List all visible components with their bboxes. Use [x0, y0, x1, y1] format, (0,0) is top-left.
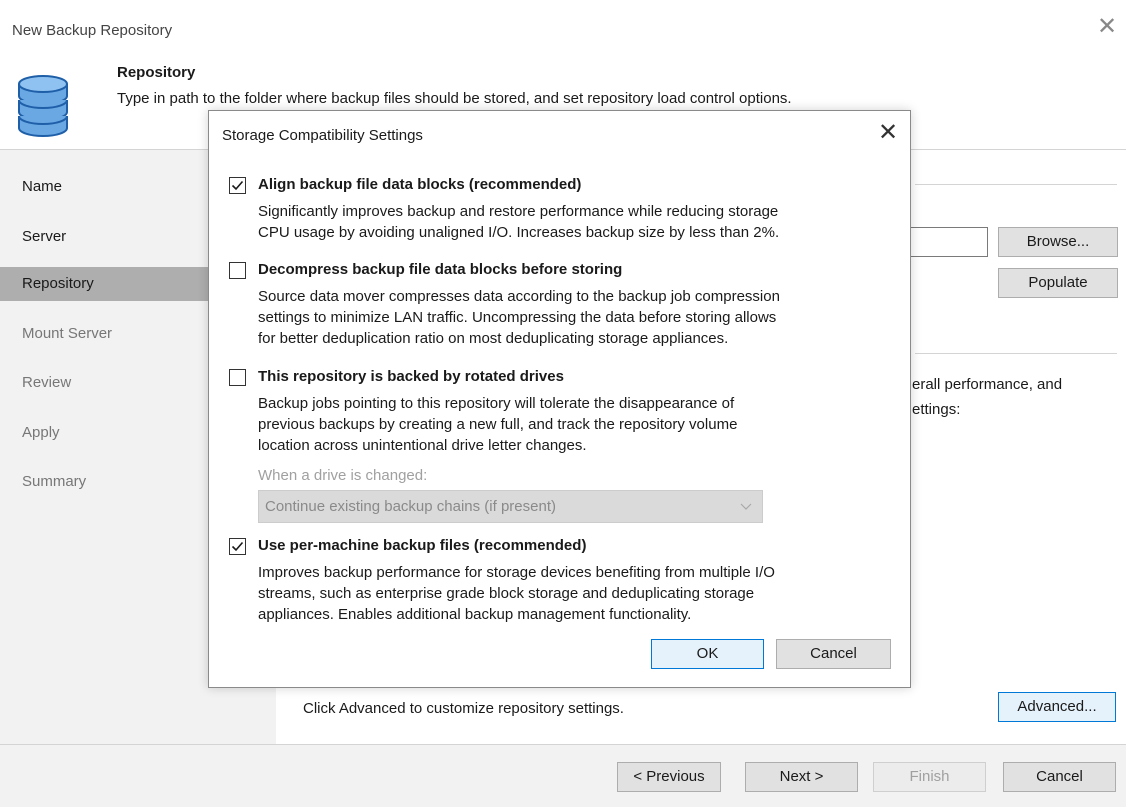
load-control-text-line-1: erall performance, and [912, 376, 1063, 393]
per-machine-files-checkbox[interactable] [229, 538, 246, 555]
description-line: Improves backup performance for storage … [258, 564, 775, 581]
description-line: for better deduplication ratio on most d… [258, 330, 729, 347]
browse-button[interactable]: Browse... [998, 227, 1118, 257]
repository-path-input[interactable] [908, 227, 988, 257]
checkmark-icon [231, 541, 244, 552]
description-line: settings to minimize LAN traffic. Uncomp… [258, 309, 777, 326]
drive-changed-label: When a drive is changed: [258, 467, 428, 484]
previous-button[interactable]: < Previous [617, 762, 721, 792]
dialog-cancel-button[interactable]: Cancel [776, 639, 891, 669]
window-close-icon[interactable]: ✕ [1094, 14, 1120, 40]
ok-button[interactable]: OK [651, 639, 764, 669]
decompress-blocks-label[interactable]: Decompress backup file data blocks befor… [258, 261, 622, 278]
content-divider-2 [915, 353, 1117, 354]
per-machine-files-label[interactable]: Use per-machine backup files (recommende… [258, 537, 586, 554]
next-button[interactable]: Next > [745, 762, 858, 792]
checkmark-icon [231, 180, 244, 191]
dialog-close-icon[interactable]: ✕ [874, 119, 902, 147]
header-title: Repository [117, 64, 196, 81]
rotated-drives-checkbox[interactable] [229, 369, 246, 386]
description-line: Backup jobs pointing to this repository … [258, 395, 735, 412]
per-machine-files-description: Improves backup performance for storage … [258, 562, 908, 625]
header-subtitle: Type in path to the folder where backup … [117, 90, 792, 107]
decompress-blocks-description: Source data mover compresses data accord… [258, 286, 908, 349]
description-line: streams, such as enterprise grade block … [258, 585, 755, 602]
populate-button[interactable]: Populate [998, 268, 1118, 298]
chevron-down-icon [740, 491, 752, 533]
cancel-button[interactable]: Cancel [1003, 762, 1116, 792]
align-blocks-checkbox[interactable] [229, 177, 246, 194]
drive-changed-select: Continue existing backup chains (if pres… [258, 490, 763, 523]
decompress-blocks-checkbox[interactable] [229, 262, 246, 279]
load-control-text-line-2: ettings: [912, 401, 961, 418]
align-blocks-description: Significantly improves backup and restor… [258, 201, 908, 243]
advanced-hint-text: Click Advanced to customize repository s… [303, 700, 624, 717]
rotated-drives-label[interactable]: This repository is backed by rotated dri… [258, 368, 564, 385]
description-line: CPU usage by avoiding unaligned I/O. Inc… [258, 224, 780, 241]
window-title: New Backup Repository [12, 22, 173, 39]
storage-compatibility-dialog: Storage Compatibility Settings ✕ Align b… [208, 110, 911, 688]
advanced-button[interactable]: Advanced... [998, 692, 1116, 722]
description-line: location across unintentional drive lett… [258, 437, 587, 454]
align-blocks-label[interactable]: Align backup file data blocks (recommend… [258, 176, 581, 193]
drive-changed-value: Continue existing backup chains (if pres… [265, 498, 556, 515]
content-divider [915, 184, 1117, 185]
rotated-drives-description: Backup jobs pointing to this repository … [258, 393, 908, 456]
description-line: previous backups by creating a new full,… [258, 416, 738, 433]
dialog-title: Storage Compatibility Settings [222, 127, 423, 144]
description-line: Source data mover compresses data accord… [258, 288, 780, 305]
description-line: appliances. Enables additional backup ma… [258, 606, 692, 623]
database-icon [18, 75, 68, 137]
description-line: Significantly improves backup and restor… [258, 203, 779, 220]
finish-button[interactable]: Finish [873, 762, 986, 792]
wizard-footer: < Previous Next > Finish Cancel [0, 745, 1126, 807]
